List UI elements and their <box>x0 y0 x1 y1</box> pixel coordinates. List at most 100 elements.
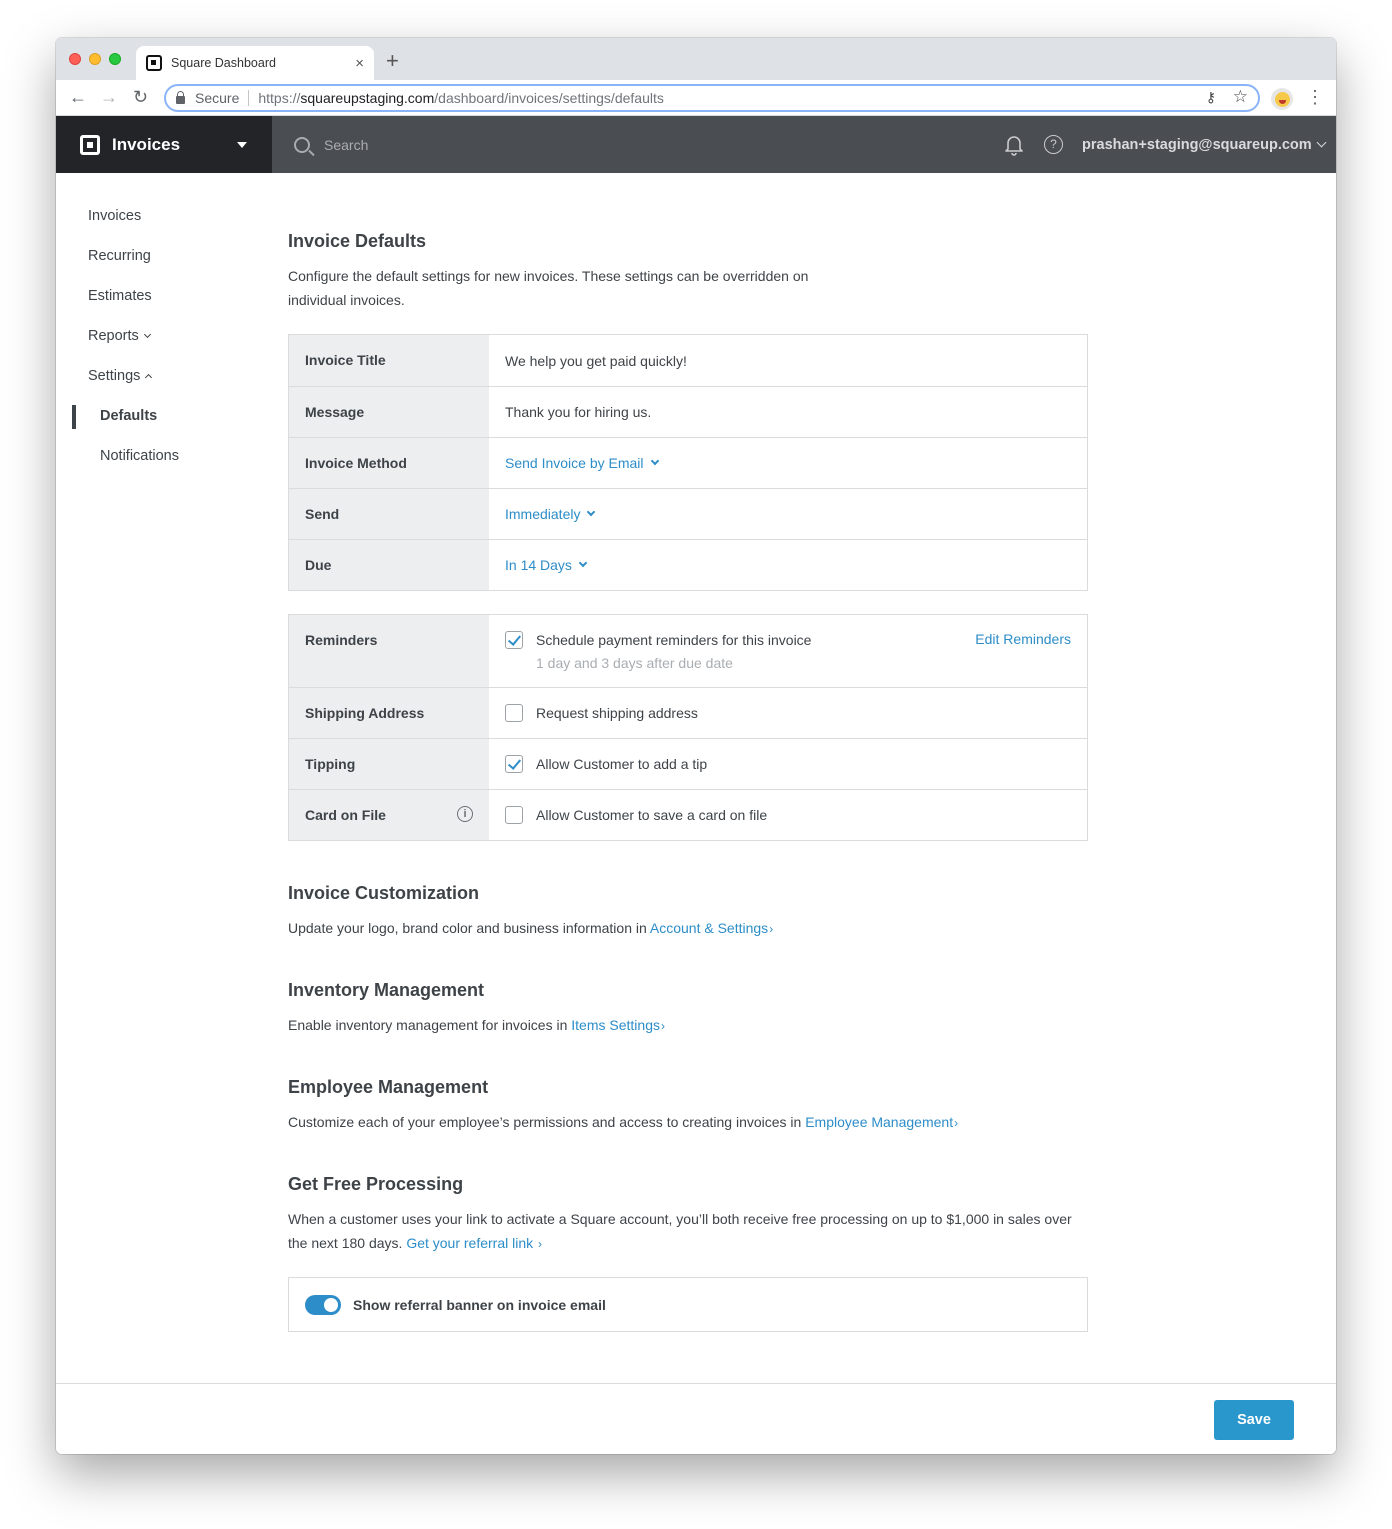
referral-banner-toggle[interactable] <box>305 1294 341 1315</box>
link-text: Get your referral link <box>406 1235 534 1251</box>
shipping-address-checkbox[interactable] <box>505 704 523 722</box>
sidebar-item-label: Notifications <box>100 448 179 464</box>
sidebar-item-defaults[interactable]: Defaults <box>100 408 157 424</box>
forward-arrow-icon[interactable]: → <box>100 87 118 107</box>
card-on-file-checkbox[interactable] <box>505 806 523 824</box>
table-row: Card on File i Allow Customer to save a c… <box>289 789 1087 840</box>
bell-icon[interactable] <box>1004 134 1024 156</box>
chevron-right-icon: › <box>954 1116 959 1130</box>
chevron-down-icon <box>587 507 596 517</box>
sidebar-item-invoices[interactable]: Invoices <box>88 208 141 224</box>
shipping-checkbox-label: Request shipping address <box>536 705 698 721</box>
dropdown-value: In 14 Days <box>505 557 572 573</box>
row-label: Shipping Address <box>289 688 489 738</box>
card-on-file-checkbox-label: Allow Customer to save a card on file <box>536 807 768 823</box>
browser-menu-icon[interactable]: ⋮ <box>1306 88 1324 106</box>
free-processing-text: When a customer uses your link to activa… <box>288 1207 1088 1256</box>
address-bar[interactable]: Secure https://squareupstaging.com/dashb… <box>164 84 1260 112</box>
invoice-defaults-heading: Invoice Defaults <box>288 231 427 251</box>
maximize-window-button[interactable] <box>109 53 121 65</box>
toggle-label: Show referral banner on invoice email <box>353 1296 606 1313</box>
invoice-customization-text: Update your logo, brand color and busine… <box>288 916 773 941</box>
table-row: Reminders Schedule payment reminders for… <box>289 615 1087 687</box>
tab-close-icon[interactable]: × <box>355 55 364 72</box>
footer-bar: Save <box>56 1383 1336 1454</box>
address-divider <box>248 90 250 106</box>
employee-management-text: Customize each of your employee’s permis… <box>288 1110 958 1135</box>
back-arrow-icon[interactable]: ← <box>69 87 87 107</box>
sidebar-item-settings[interactable]: Settings <box>88 368 153 384</box>
help-icon[interactable]: ? <box>1044 135 1063 154</box>
chevron-right-icon: › <box>538 1237 543 1251</box>
browser-tab[interactable]: Square Dashboard × <box>136 46 374 80</box>
account-settings-link[interactable]: Account & Settings› <box>650 920 773 936</box>
tab-strip: Square Dashboard × + <box>56 38 1336 80</box>
message-field[interactable]: Thank you for hiring us. <box>489 387 1087 437</box>
table-row: Shipping Address Request shipping addres… <box>289 687 1087 738</box>
link-text: Items Settings <box>571 1017 660 1033</box>
employee-management-link[interactable]: Employee Management› <box>805 1114 958 1130</box>
minimize-window-button[interactable] <box>89 53 101 65</box>
reload-icon[interactable]: ↻ <box>133 87 148 107</box>
password-key-icon[interactable]: ⚷ <box>1206 89 1216 106</box>
sidebar-item-notifications[interactable]: Notifications <box>100 448 179 464</box>
row-label: Due <box>289 540 489 590</box>
new-tab-button[interactable]: + <box>386 50 399 72</box>
chevron-right-icon: › <box>769 922 774 936</box>
sidebar-item-estimates[interactable]: Estimates <box>88 288 152 304</box>
link-text: Account & Settings <box>649 920 769 936</box>
url-host: squareupstaging.com <box>300 90 435 106</box>
dropdown-value: Send Invoice by Email <box>505 455 644 471</box>
table-row: Due In 14 Days <box>289 539 1087 590</box>
search-input[interactable] <box>324 136 624 153</box>
reminders-checkbox[interactable] <box>505 631 523 649</box>
row-label: Reminders <box>289 615 489 687</box>
account-menu[interactable]: prashan+staging@squareup.com <box>1082 116 1327 173</box>
app-switcher[interactable]: Invoices <box>56 116 272 173</box>
url-scheme: https:// <box>258 90 301 106</box>
info-icon[interactable]: i <box>457 806 473 822</box>
active-indicator <box>72 405 76 429</box>
reminders-checkbox-label: Schedule payment reminders for this invo… <box>536 632 812 648</box>
chevron-down-icon <box>650 456 659 466</box>
invoice-title-field[interactable]: We help you get paid quickly! <box>489 335 1087 386</box>
app-name: Invoices <box>112 134 181 154</box>
close-window-button[interactable] <box>69 53 81 65</box>
chevron-down-icon <box>143 330 151 338</box>
search-icon <box>294 136 310 153</box>
square-favicon-icon <box>146 55 162 71</box>
emoji-face-icon <box>1274 91 1290 107</box>
invoice-method-dropdown[interactable]: Send Invoice by Email <box>505 455 659 471</box>
referral-link[interactable]: Get your referral link › <box>406 1235 542 1251</box>
row-label: Tipping <box>289 739 489 789</box>
sidebar-item-recurring[interactable]: Recurring <box>88 248 151 264</box>
tab-title: Square Dashboard <box>171 56 276 70</box>
bookmark-star-icon[interactable]: ☆ <box>1233 87 1248 107</box>
browser-toolbar: ← → ↻ Secure https://squareupstaging.com… <box>56 80 1336 116</box>
sidebar-item-label: Reports <box>88 328 139 344</box>
url-text[interactable]: https://squareupstaging.com/dashboard/in… <box>258 90 664 106</box>
secure-label: Secure <box>195 90 240 106</box>
sidebar-item-label: Defaults <box>100 408 158 424</box>
row-label: Card on File <box>305 807 386 823</box>
edit-reminders-link[interactable]: Edit Reminders <box>975 631 1071 647</box>
message-value: Thank you for hiring us. <box>505 404 652 420</box>
send-dropdown[interactable]: Immediately <box>505 506 596 522</box>
table-row: Send Immediately <box>289 488 1087 539</box>
profile-avatar[interactable] <box>1271 88 1293 110</box>
table-row: Invoice Title We help you get paid quick… <box>289 335 1087 386</box>
chevron-up-icon <box>145 373 153 381</box>
browser-window: Square Dashboard × + ← → ↻ Secure https:… <box>56 38 1336 1454</box>
sidebar-item-reports[interactable]: Reports <box>88 328 151 344</box>
table-row: Tipping Allow Customer to add a tip <box>289 738 1087 789</box>
body-text: Customize each of your employee’s permis… <box>288 1114 806 1130</box>
due-dropdown[interactable]: In 14 Days <box>505 557 588 573</box>
invoice-defaults-description: Configure the default settings for new i… <box>288 268 809 308</box>
body-text: Update your logo, brand color and busine… <box>288 920 650 936</box>
invoice-customization-heading: Invoice Customization <box>288 883 480 903</box>
items-settings-link[interactable]: Items Settings› <box>571 1017 665 1033</box>
link-text: Employee Management <box>805 1114 954 1130</box>
options-table: Reminders Schedule payment reminders for… <box>288 614 1088 841</box>
tipping-checkbox[interactable] <box>505 755 523 773</box>
save-button[interactable]: Save <box>1214 1400 1294 1440</box>
